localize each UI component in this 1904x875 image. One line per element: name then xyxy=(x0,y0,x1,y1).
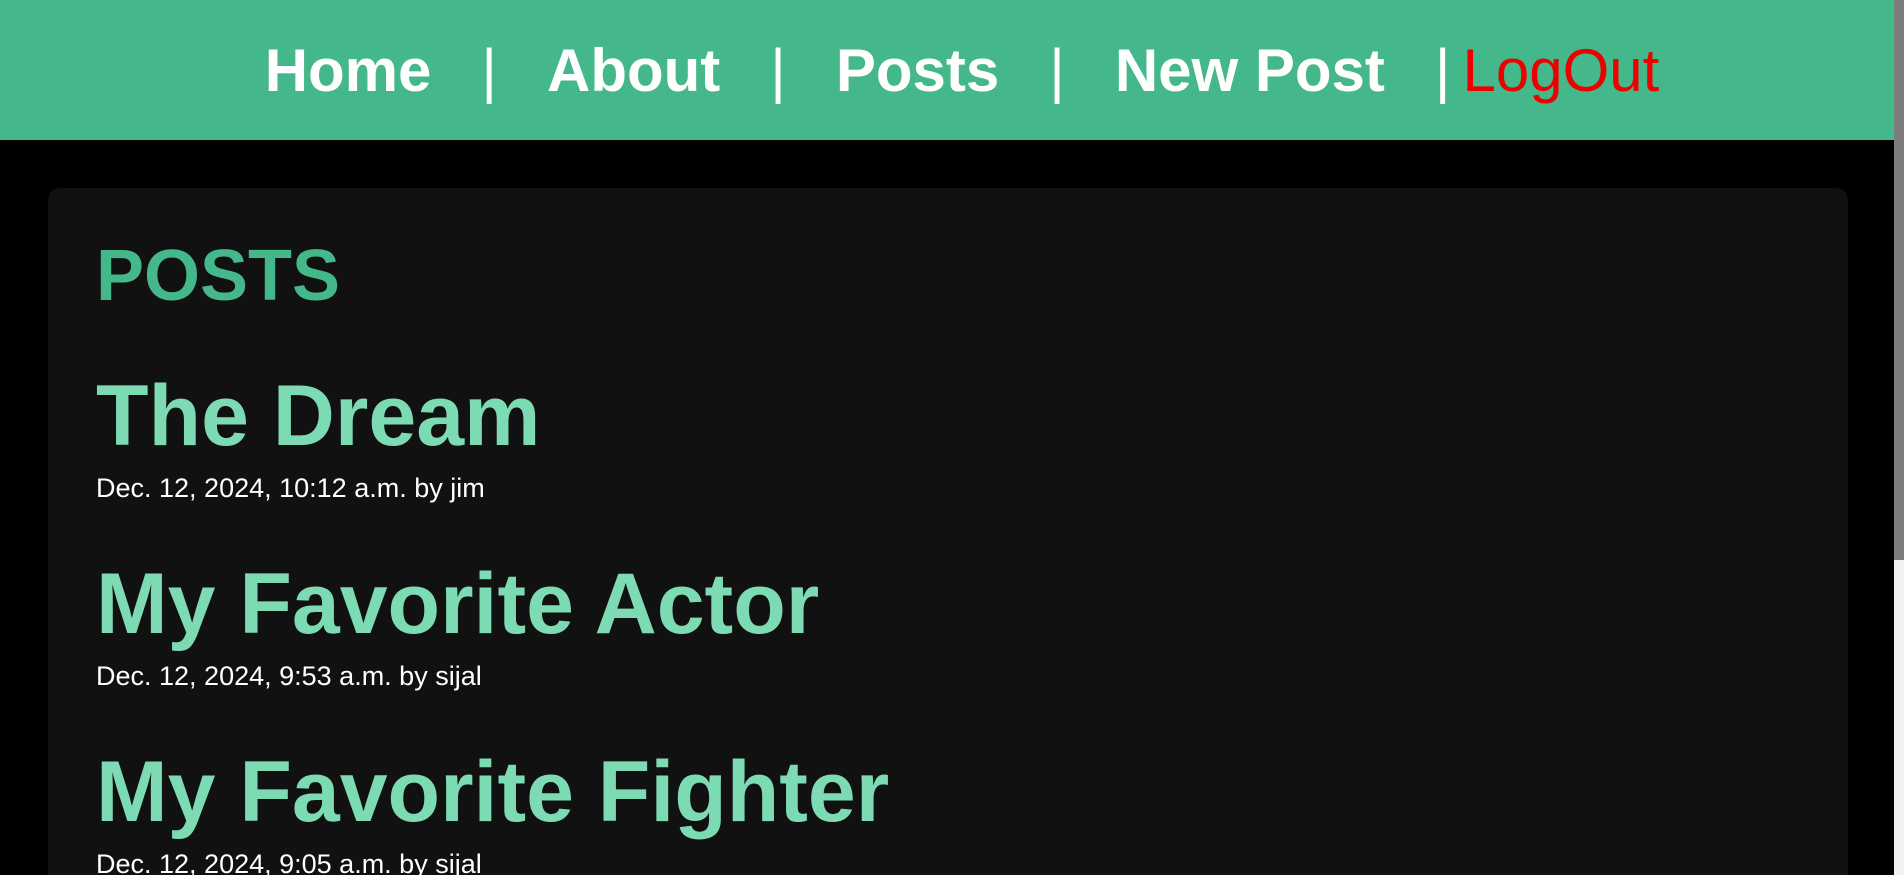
nav-home-link[interactable]: Home xyxy=(265,36,432,105)
post-title-link[interactable]: The Dream xyxy=(96,373,541,459)
posts-card: POSTS The Dream Dec. 12, 2024, 10:12 a.m… xyxy=(48,188,1848,875)
nav-separator: | xyxy=(1049,36,1065,104)
nav-about-link[interactable]: About xyxy=(547,36,720,105)
top-navbar: Home | About | Posts | New Post | LogOut xyxy=(0,0,1894,140)
post-title-link[interactable]: My Favorite Fighter xyxy=(96,749,889,835)
post-item: My Favorite Actor Dec. 12, 2024, 9:53 a.… xyxy=(96,561,819,690)
post-item: The Dream Dec. 12, 2024, 10:12 a.m. by j… xyxy=(96,373,541,502)
page-title: POSTS xyxy=(96,236,341,316)
nav-links: Home | About | Posts | New Post | LogOut xyxy=(265,36,1660,105)
post-meta: Dec. 12, 2024, 9:53 a.m. by sijal xyxy=(96,661,482,691)
post-meta: Dec. 12, 2024, 9:05 a.m. by sijal xyxy=(96,849,482,875)
nav-separator: | xyxy=(481,36,497,104)
nav-separator: | xyxy=(770,36,786,104)
nav-posts-link[interactable]: Posts xyxy=(836,36,999,105)
nav-logout-link[interactable]: LogOut xyxy=(1462,36,1659,105)
nav-separator: | xyxy=(1434,36,1451,104)
post-meta: Dec. 12, 2024, 10:12 a.m. by jim xyxy=(96,473,485,503)
post-item: My Favorite Fighter Dec. 12, 2024, 9:05 … xyxy=(96,749,889,875)
nav-new-post-link[interactable]: New Post xyxy=(1115,36,1385,105)
scrollbar-thumb[interactable] xyxy=(1894,0,1904,560)
post-title-link[interactable]: My Favorite Actor xyxy=(96,561,819,647)
page: Home | About | Posts | New Post | LogOut… xyxy=(0,0,1904,875)
